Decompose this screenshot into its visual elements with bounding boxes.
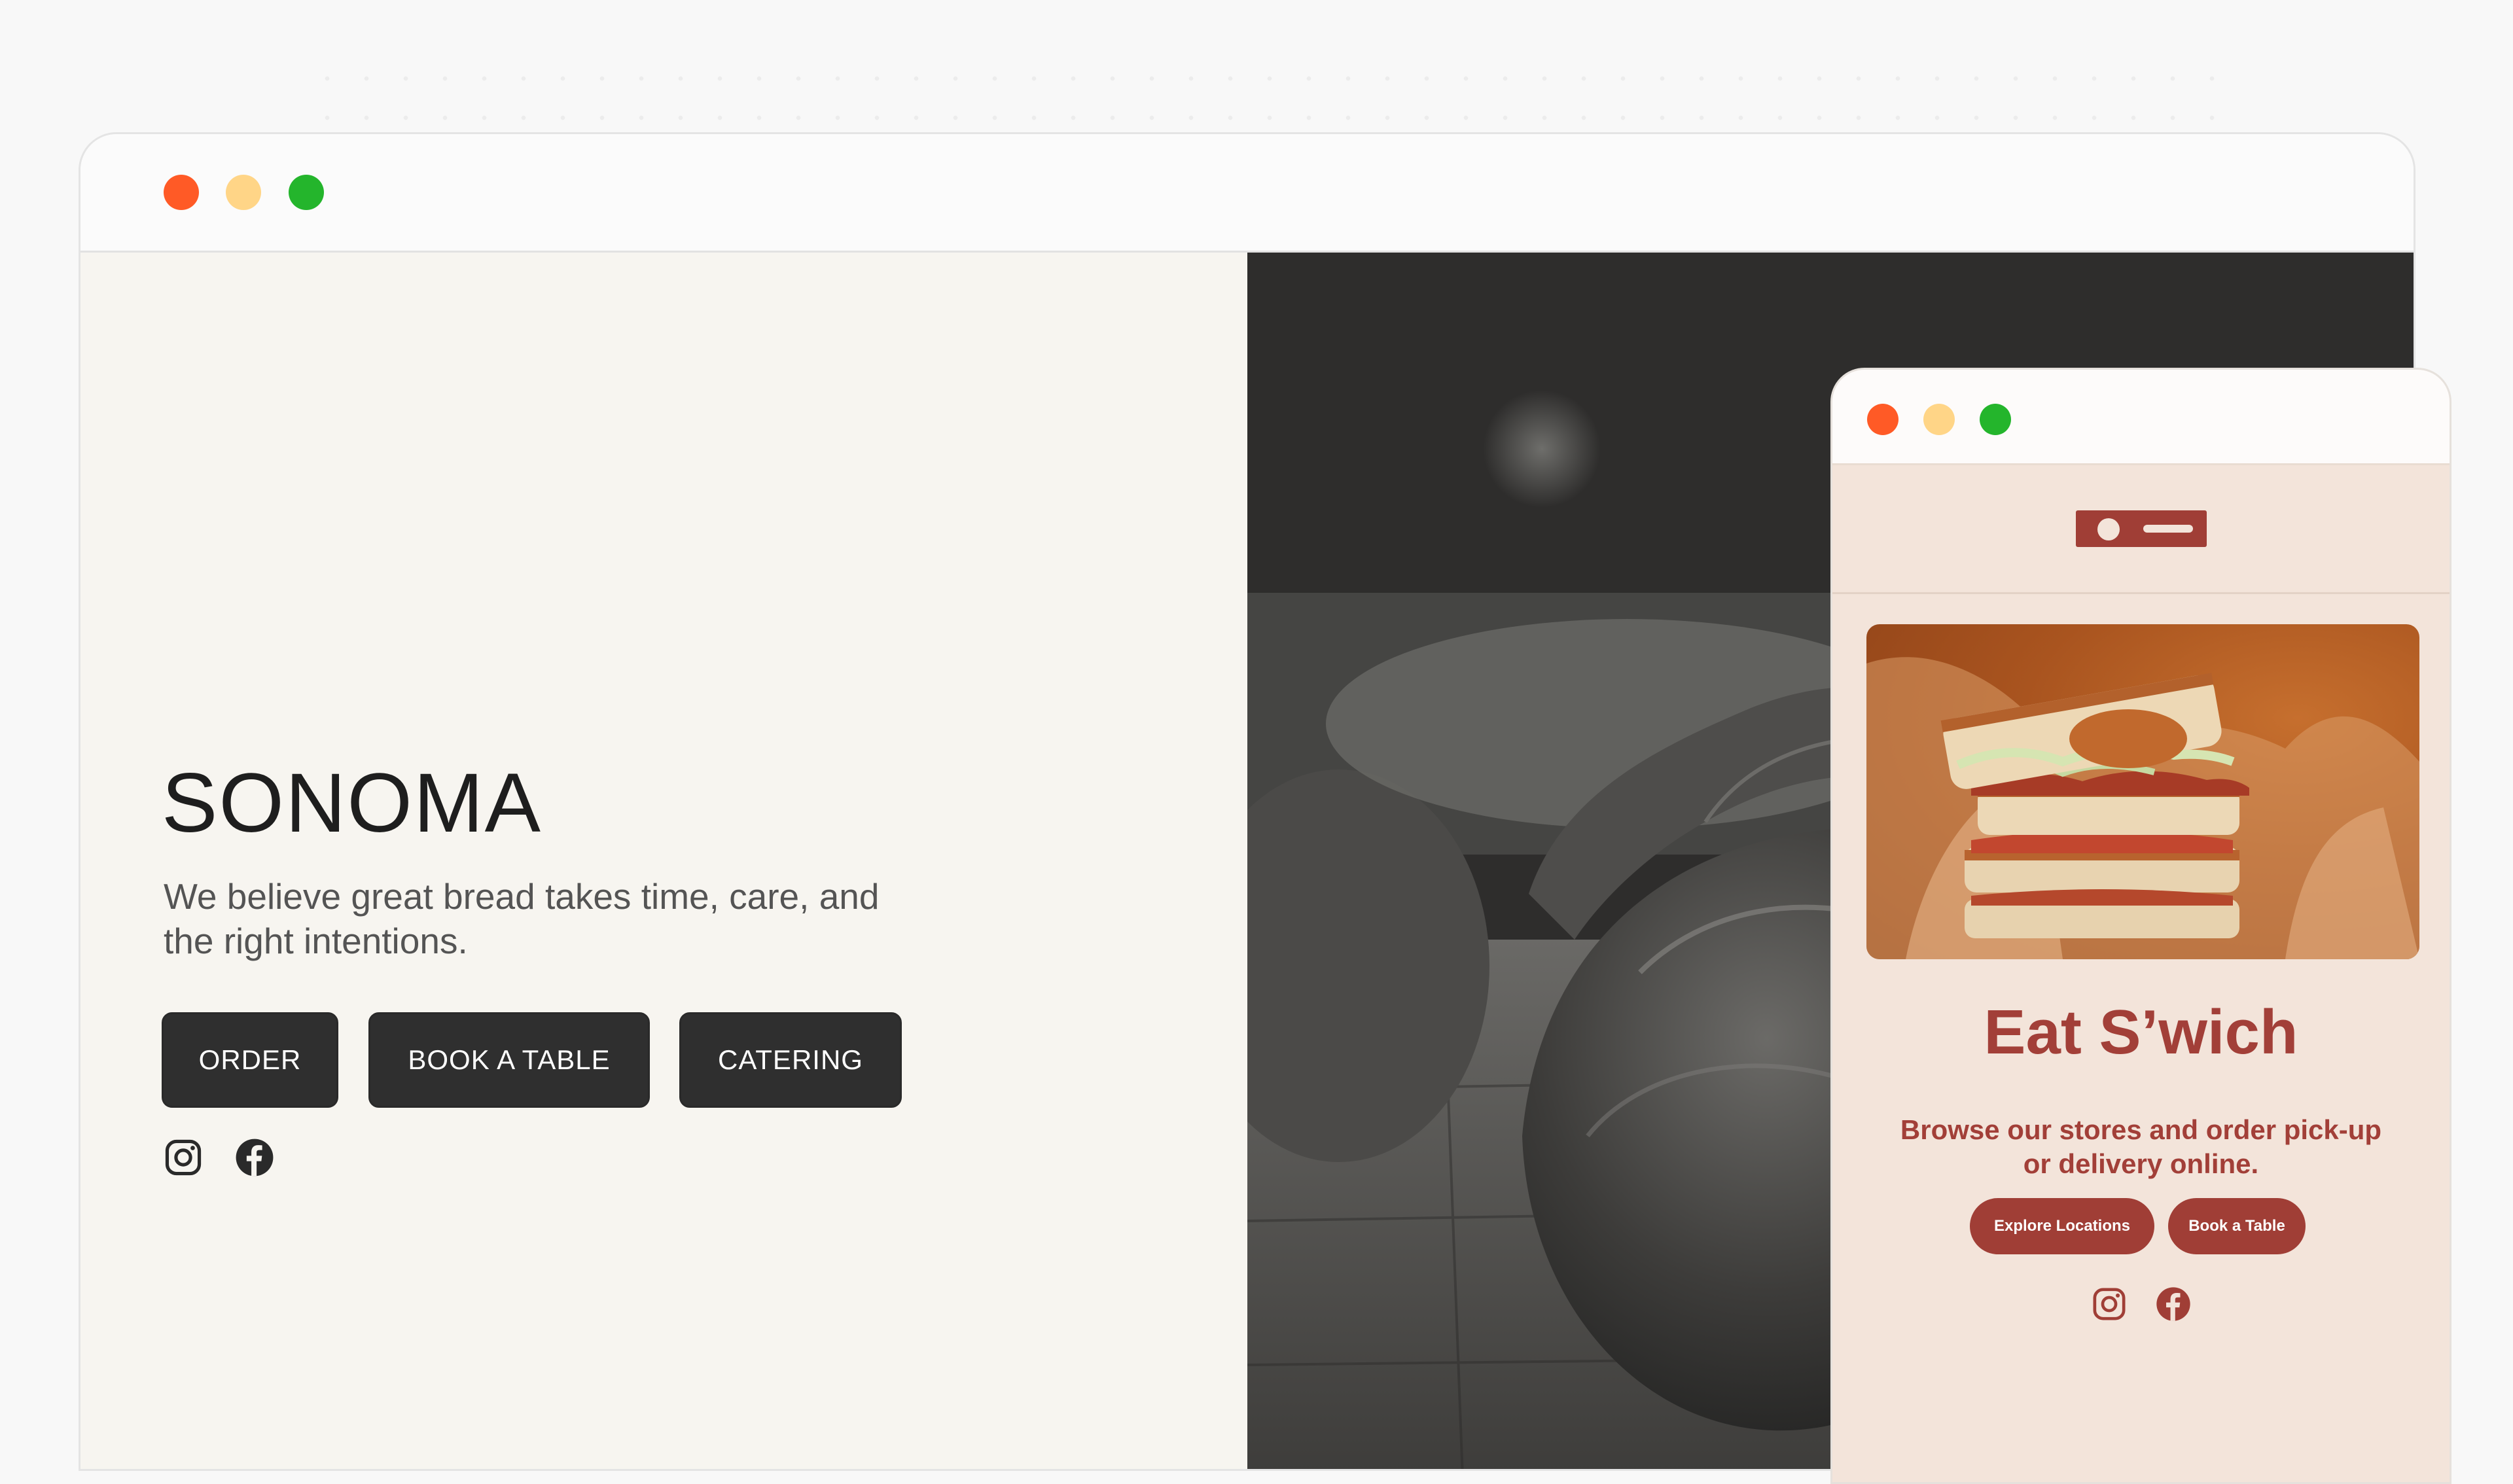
- maximize-window-button[interactable]: [289, 175, 324, 210]
- close-window-button[interactable]: [164, 175, 199, 210]
- logo-bar: [2143, 525, 2193, 533]
- background-dot-pattern: [308, 59, 2238, 131]
- sandwich-hero-image: [1866, 624, 2419, 959]
- logo-placeholder[interactable]: [2076, 510, 2207, 547]
- sandwich-illustration: [1866, 657, 2419, 959]
- facebook-icon[interactable]: [2155, 1286, 2192, 1322]
- catering-button[interactable]: CATERING: [679, 1012, 902, 1108]
- mobile-minimize-button[interactable]: [1923, 404, 1955, 435]
- mobile-book-table-button[interactable]: Book a Table: [2168, 1198, 2306, 1254]
- logo-dot: [2097, 518, 2120, 540]
- mobile-close-button[interactable]: [1867, 404, 1898, 435]
- header-divider: [1832, 592, 2450, 594]
- tagline: We believe great bread takes time, care,…: [164, 876, 880, 961]
- facebook-icon[interactable]: [234, 1137, 275, 1178]
- explore-locations-button[interactable]: Explore Locations: [1970, 1198, 2154, 1254]
- instagram-icon[interactable]: [163, 1137, 204, 1178]
- book-table-button[interactable]: BOOK A TABLE: [368, 1012, 650, 1108]
- mobile-preview-window: Eat S’wich Browse our stores and order p…: [1830, 368, 2451, 1484]
- window-titlebar: [80, 134, 2414, 253]
- mobile-titlebar: [1832, 370, 2450, 465]
- brand-title: SONOMA: [162, 756, 542, 850]
- mobile-headline: Eat S’wich: [1984, 997, 2298, 1067]
- mobile-subheadline: Browse our stores and order pick-up or d…: [1900, 1114, 2382, 1179]
- mobile-maximize-button[interactable]: [1980, 404, 2011, 435]
- order-button[interactable]: ORDER: [162, 1012, 338, 1108]
- instagram-icon[interactable]: [2091, 1286, 2128, 1322]
- hero-text-panel: SONOMA We believe great bread takes time…: [80, 253, 1247, 1469]
- minimize-window-button[interactable]: [226, 175, 261, 210]
